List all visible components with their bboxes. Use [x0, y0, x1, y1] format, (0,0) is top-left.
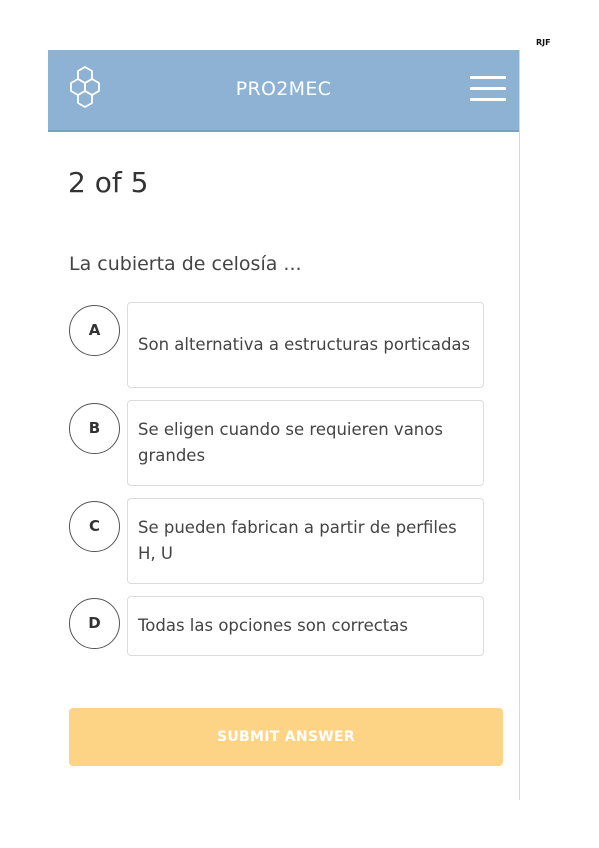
option-d[interactable]: Todas las opciones son correctas: [127, 596, 484, 656]
question-progress: 2 of 5: [68, 166, 149, 199]
option-d-letter[interactable]: D: [69, 598, 120, 649]
option-a-letter[interactable]: A: [69, 305, 120, 356]
submit-answer-button[interactable]: SUBMIT ANSWER: [69, 708, 503, 766]
corner-mark: RJF: [536, 38, 551, 47]
option-b-text: Se eligen cuando se requieren vanos gran…: [138, 420, 443, 465]
option-c-text: Se pueden fabrican a partir de perfiles …: [138, 518, 457, 563]
option-c[interactable]: Se pueden fabrican a partir de perfiles …: [127, 498, 484, 584]
hamburger-menu-icon[interactable]: [470, 76, 506, 102]
option-d-text: Todas las opciones son correctas: [138, 616, 408, 635]
app-title: PRO2MEC: [235, 78, 332, 100]
app-header: PRO2MEC: [48, 50, 519, 132]
app-screen: PRO2MEC 2 of 5 La cubierta de celosía ..…: [48, 50, 520, 800]
option-b[interactable]: Se eligen cuando se requieren vanos gran…: [127, 400, 484, 486]
option-a-text: Son alternativa a estructuras porticadas: [138, 335, 471, 354]
option-b-letter[interactable]: B: [69, 403, 120, 454]
question-text: La cubierta de celosía ...: [69, 253, 302, 275]
option-c-letter[interactable]: C: [69, 501, 120, 552]
option-a[interactable]: Son alternativa a estructuras porticadas: [127, 302, 484, 388]
